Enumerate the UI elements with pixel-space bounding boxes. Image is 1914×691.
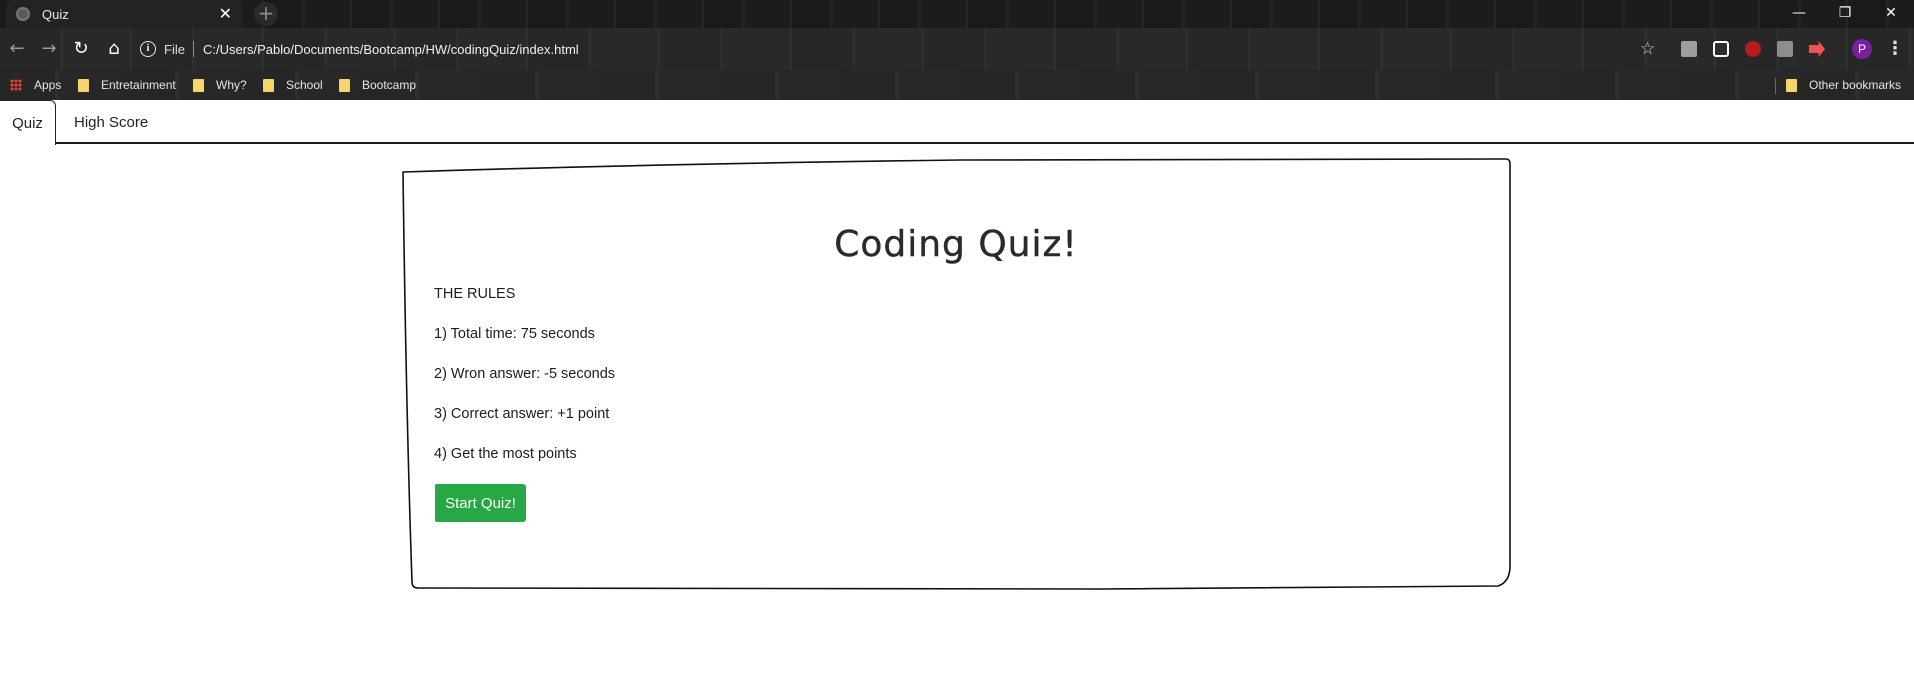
tab-title: Quiz bbox=[42, 6, 69, 22]
apps-grid-icon bbox=[10, 79, 22, 91]
file-scheme-label: File bbox=[164, 41, 185, 57]
bookmark-bootcamp[interactable]: Bootcamp bbox=[339, 76, 416, 94]
folder-icon bbox=[339, 78, 350, 92]
address-bar[interactable]: i File C:/Users/Pablo/Documents/Bootcamp… bbox=[140, 35, 1670, 63]
bookmarks-separator bbox=[1775, 78, 1776, 94]
reload-icon[interactable]: ↻ bbox=[69, 37, 93, 61]
page-viewport: Quiz High Score Coding Quiz! THE RULES 1… bbox=[0, 100, 1914, 691]
globe-icon bbox=[16, 7, 30, 21]
bookmark-entretainment[interactable]: Entretainment bbox=[78, 76, 176, 94]
back-icon[interactable]: ← bbox=[5, 37, 29, 61]
bookmark-label: Apps bbox=[34, 78, 62, 92]
bookmark-label: Other bookmarks bbox=[1809, 78, 1902, 92]
close-window-button[interactable]: ✕ bbox=[1868, 0, 1914, 28]
menu-icon[interactable]: ⋮ bbox=[1886, 37, 1904, 61]
url-text[interactable]: C:/Users/Pablo/Documents/Bootcamp/HW/cod… bbox=[203, 42, 579, 57]
extension-icon[interactable] bbox=[1777, 41, 1793, 57]
rule-item: 4) Get the most points bbox=[434, 446, 577, 462]
folder-icon bbox=[193, 78, 204, 92]
arrow-extension-icon[interactable] bbox=[1809, 41, 1825, 57]
bookmark-label: Entretainment bbox=[101, 78, 176, 92]
extension-icon[interactable] bbox=[1681, 41, 1697, 57]
bookmarks-bar: Apps Entretainment Why? School Bootcamp … bbox=[0, 70, 1914, 100]
bookmark-star-icon[interactable]: ☆ bbox=[1640, 37, 1655, 61]
folder-icon bbox=[263, 78, 274, 92]
restore-button[interactable]: ❐ bbox=[1822, 0, 1868, 28]
bookmark-school[interactable]: School bbox=[263, 76, 323, 94]
browser-toolbar: ← → ↻ ⌂ i File C:/Users/Pablo/Documents/… bbox=[0, 28, 1914, 70]
rules-heading: THE RULES bbox=[434, 286, 516, 302]
minimize-button[interactable]: — bbox=[1776, 0, 1822, 28]
quiz-card: Coding Quiz! THE RULES 1) Total time: 75… bbox=[400, 158, 1512, 590]
site-nav: Quiz High Score bbox=[0, 100, 1914, 145]
bookmark-label: Bootcamp bbox=[362, 78, 417, 92]
profile-avatar[interactable]: P bbox=[1852, 39, 1872, 59]
extension-icon[interactable] bbox=[1713, 41, 1729, 57]
title-bar: Quiz ✕ + — ❐ ✕ bbox=[0, 0, 1914, 28]
ublock-extension-icon[interactable] bbox=[1745, 41, 1761, 57]
start-quiz-button[interactable]: Start Quiz! bbox=[435, 484, 526, 522]
folder-icon bbox=[1786, 78, 1797, 92]
bookmark-why[interactable]: Why? bbox=[193, 76, 247, 94]
new-tab-button[interactable]: + bbox=[254, 2, 278, 26]
browser-tab[interactable]: Quiz ✕ bbox=[6, 0, 242, 28]
address-separator bbox=[192, 41, 194, 57]
bookmark-other[interactable]: Other bookmarks bbox=[1786, 76, 1901, 94]
nav-tab-high-score[interactable]: High Score bbox=[74, 100, 148, 144]
info-icon[interactable]: i bbox=[140, 41, 156, 57]
nav-tab-quiz[interactable]: Quiz bbox=[0, 100, 56, 145]
bookmark-apps[interactable]: Apps bbox=[10, 76, 61, 94]
forward-icon[interactable]: → bbox=[37, 37, 61, 61]
rule-item: 1) Total time: 75 seconds bbox=[434, 326, 595, 342]
home-icon[interactable]: ⌂ bbox=[102, 37, 126, 61]
folder-icon bbox=[78, 78, 89, 92]
tab-close-icon[interactable]: ✕ bbox=[219, 6, 232, 22]
bookmark-label: Why? bbox=[216, 78, 247, 92]
bookmark-label: School bbox=[286, 78, 323, 92]
rule-item: 3) Correct answer: +1 point bbox=[434, 406, 610, 422]
quiz-title: Coding Quiz! bbox=[834, 224, 1078, 265]
rule-item: 2) Wron answer: -5 seconds bbox=[434, 366, 616, 382]
